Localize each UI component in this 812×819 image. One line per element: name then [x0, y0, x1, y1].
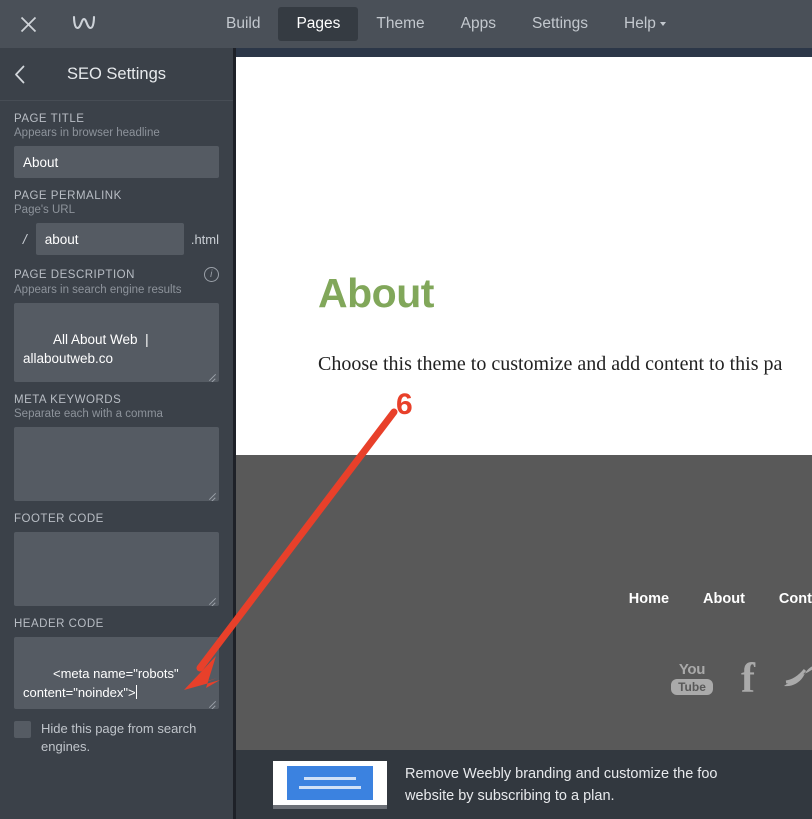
nav-settings-label: Settings	[532, 15, 589, 32]
page-title-label: PAGE TITLE	[14, 113, 219, 125]
top-toolbar: Build Pages Theme Apps Settings Help	[0, 0, 812, 48]
nav-pages-label: Pages	[296, 15, 341, 32]
nav-pages[interactable]: Pages	[278, 7, 359, 41]
facebook-icon-glyph: f	[741, 656, 755, 702]
thumbnail-line	[304, 776, 356, 780]
seo-settings-panel: SEO Settings PAGE TITLE Appears in brows…	[0, 48, 233, 819]
hide-page-row[interactable]: Hide this page from search engines.	[14, 720, 219, 756]
close-icon[interactable]	[0, 0, 56, 48]
main-nav: Build Pages Theme Apps Settings Help	[208, 0, 684, 48]
page-permalink-label-text: PAGE PERMALINK	[14, 190, 122, 202]
nav-settings[interactable]: Settings	[514, 7, 606, 41]
page-permalink-value: about	[44, 231, 79, 247]
page-description-label-text: PAGE DESCRIPTION	[14, 268, 135, 281]
youtube-icon[interactable]: You Tube	[670, 662, 714, 696]
youtube-icon-line1: You	[678, 661, 706, 678]
weebly-editor-window: Build Pages Theme Apps Settings Help SEO…	[0, 0, 812, 819]
page-description-value: All About Web | allaboutweb.co	[23, 332, 149, 366]
thumbnail-inner	[287, 765, 373, 800]
footer-code-label: FOOTER CODE	[14, 513, 219, 525]
footer-nav-home[interactable]: Home	[629, 591, 669, 607]
nav-theme-label: Theme	[376, 15, 425, 32]
footer-code-label-text: FOOTER CODE	[14, 513, 104, 525]
thumbnail-line	[299, 785, 361, 789]
page-description-label: PAGE DESCRIPTION i	[14, 267, 219, 282]
upgrade-banner[interactable]: Remove Weebly branding and customize the…	[233, 750, 812, 819]
nav-theme[interactable]: Theme	[358, 7, 442, 41]
header-code-label: HEADER CODE	[14, 618, 219, 630]
preview-page-heading: About	[318, 270, 434, 316]
meta-keywords-label: META KEYWORDS	[14, 394, 219, 406]
page-permalink-input[interactable]: about	[35, 223, 184, 255]
page-permalink-label: PAGE PERMALINK	[14, 190, 219, 202]
resize-grip-icon[interactable]	[206, 697, 217, 708]
chevron-left-icon[interactable]	[0, 48, 40, 101]
footer-nav-contact[interactable]: Conta	[779, 591, 812, 607]
footer-social-icons: You Tube f	[670, 656, 812, 702]
meta-keywords-hint: Separate each with a comma	[14, 408, 163, 420]
hide-page-label: Hide this page from search engines.	[41, 721, 197, 754]
upgrade-banner-text: Remove Weebly branding and customize the…	[405, 763, 717, 807]
header-code-value: <meta name="robots" content="noindex">	[23, 666, 183, 700]
header-code-textarea[interactable]: <meta name="robots" content="noindex">	[14, 637, 219, 709]
permalink-prefix: /	[22, 231, 27, 247]
page-title-value: About	[23, 154, 59, 170]
header-code-label-text: HEADER CODE	[14, 618, 104, 630]
permalink-row: / about .html	[14, 223, 219, 255]
page-description-textarea[interactable]: All About Web | allaboutweb.co	[14, 303, 219, 382]
meta-keywords-textarea[interactable]	[14, 427, 219, 501]
nav-help[interactable]: Help	[606, 7, 684, 41]
page-description-hint: Appears in search engine results	[14, 284, 182, 296]
site-preview: About Choose this theme to customize and…	[233, 48, 812, 819]
facebook-icon[interactable]: f	[741, 656, 755, 702]
preview-top-strip	[233, 48, 812, 57]
page-permalink-hint: Page's URL	[14, 204, 76, 216]
text-cursor	[135, 685, 137, 699]
footer-nav: Home About Conta	[629, 591, 812, 607]
page-title-label-text: PAGE TITLE	[14, 113, 85, 125]
page-title-hint: Appears in browser headline	[14, 127, 160, 139]
preview-left-edge	[233, 48, 236, 819]
nav-build-label: Build	[226, 15, 261, 32]
hide-page-checkbox[interactable]	[14, 721, 31, 738]
panel-body: PAGE TITLE Appears in browser headline A…	[0, 101, 233, 756]
preview-body-text: Choose this theme to customize and add c…	[318, 353, 783, 375]
info-icon[interactable]: i	[204, 267, 219, 282]
resize-grip-icon[interactable]	[206, 489, 217, 500]
weebly-logo-icon[interactable]	[56, 0, 112, 48]
youtube-icon-line2: Tube	[671, 679, 713, 695]
nav-help-label: Help	[624, 15, 656, 32]
preview-footer: Home About Conta You Tube f	[233, 455, 812, 755]
website-thumbnail-icon	[273, 760, 387, 809]
permalink-suffix: .html	[190, 231, 219, 247]
footer-code-textarea[interactable]	[14, 532, 219, 606]
upgrade-banner-line1: Remove Weebly branding and customize the…	[405, 765, 718, 782]
nav-build[interactable]: Build	[208, 7, 278, 41]
meta-keywords-label-text: META KEYWORDS	[14, 394, 122, 406]
footer-nav-about[interactable]: About	[703, 591, 745, 607]
panel-header: SEO Settings	[0, 48, 233, 101]
twitter-icon[interactable]	[782, 660, 812, 699]
chevron-down-icon	[659, 21, 666, 26]
resize-grip-icon[interactable]	[206, 594, 217, 605]
resize-grip-icon[interactable]	[206, 370, 217, 381]
upgrade-banner-line2: website by subscribing to a plan.	[405, 787, 615, 804]
page-title-input[interactable]: About	[14, 146, 219, 178]
nav-apps-label: Apps	[460, 15, 497, 32]
nav-apps[interactable]: Apps	[443, 7, 514, 41]
